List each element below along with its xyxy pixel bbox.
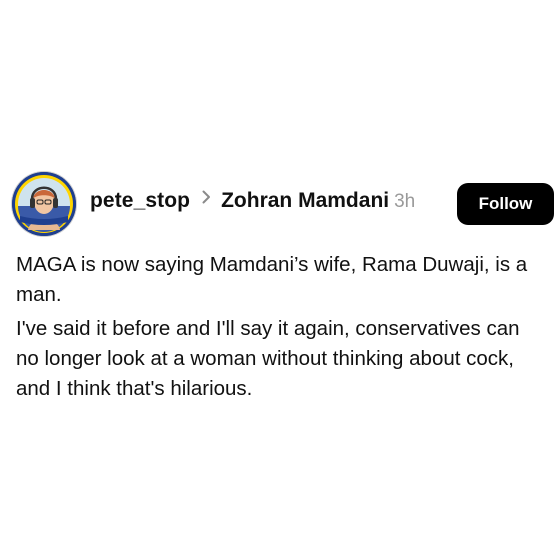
post: pete_stop Zohran Mamdani 3h Follow MAGA … [0,0,560,560]
community-name[interactable]: Zohran Mamdani [221,189,389,213]
post-body: MAGA is now saying Mamdani’s wife, Rama … [16,250,546,408]
post-header: pete_stop Zohran Mamdani 3h Follow [12,172,554,236]
timestamp: 3h [394,191,416,212]
post-paragraph: MAGA is now saying Mamdani’s wife, Rama … [16,253,528,306]
post-paragraph: I've said it before and I'll say it agai… [16,317,520,400]
username[interactable]: pete_stop [90,189,190,213]
avatar[interactable] [12,172,76,236]
avatar-image [12,172,76,236]
chevron-right-icon [202,190,211,209]
follow-button[interactable]: Follow [457,183,554,225]
post-meta: pete_stop Zohran Mamdani 3h [90,189,415,219]
